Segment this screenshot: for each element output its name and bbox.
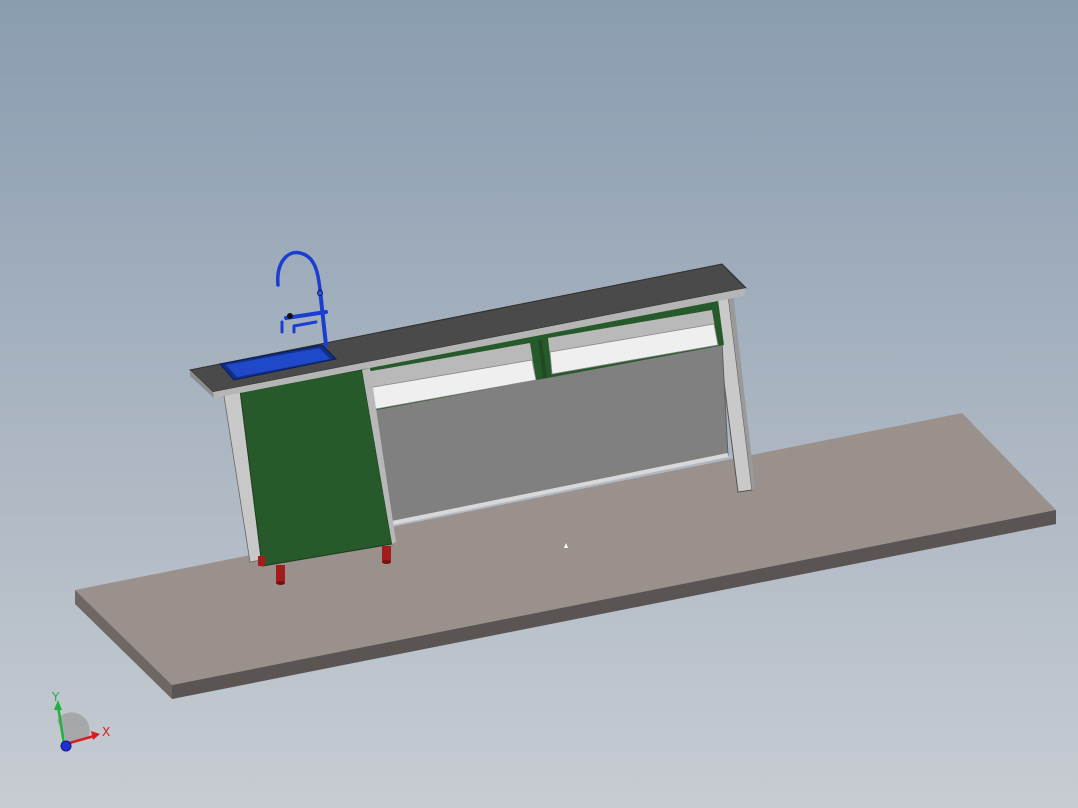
graphics-viewport[interactable]: X Y [0, 0, 1078, 808]
faucet-body [318, 288, 328, 347]
reference-triad: X Y [51, 690, 110, 752]
triad-x-arrow [91, 731, 100, 740]
faucet-spout [276, 250, 322, 292]
cad-scene[interactable]: X Y [0, 0, 1078, 808]
triad-origin [60, 740, 72, 752]
leg-front-left [276, 565, 285, 583]
leg-front-right [382, 546, 391, 562]
triad-x-label: X [102, 725, 110, 739]
triad-y-label: Y [51, 690, 60, 704]
faucet-tap-mid [292, 320, 318, 328]
faucet-handle [287, 313, 293, 319]
sink-cabinet[interactable] [223, 368, 396, 567]
faucet[interactable] [276, 250, 328, 347]
leg-back-left [258, 556, 265, 566]
faucet-joint [317, 290, 323, 296]
